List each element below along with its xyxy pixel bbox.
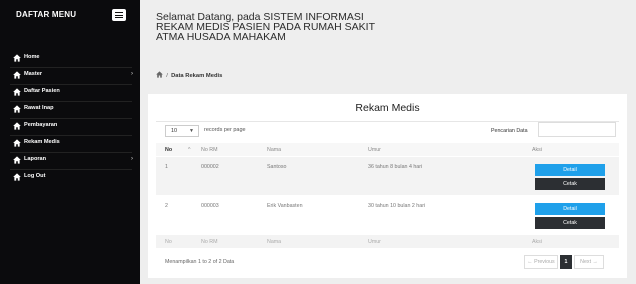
sidebar-header: DAFTAR MENU [0,0,140,58]
records-per-page-value: 10 [171,128,178,134]
page-title: Selamat Datang, pada SISTEM INFORMASI RE… [156,11,375,44]
cell-no-rm: 000002 [201,164,219,170]
column-footer-aksi: Aksi [532,239,543,245]
sidebar-item-label: Master [24,71,43,77]
cell-no-rm: 000003 [201,203,219,209]
sidebar-item-label: Home [24,54,40,60]
pagination-next[interactable]: Next → [574,255,604,269]
records-per-page-select[interactable]: 10 ▼ [165,125,199,137]
cetak-button[interactable]: Cetak [535,217,605,229]
column-footer-no-rm: No RM [201,239,218,245]
pagination-previous[interactable]: ← Previous [524,255,558,269]
sidebar-item-daftar-pasien[interactable]: Daftar Pasien [0,85,140,101]
home-icon [13,54,21,62]
sidebar-item-laporan[interactable]: Laporan › [0,153,140,169]
table-header [156,143,619,156]
breadcrumb-current: Data Rekam Medis [171,73,223,79]
cell-no: 1 [165,164,168,170]
sidebar-item-rekam-medis[interactable]: Rekam Medis [0,136,140,152]
detail-button[interactable]: Detail [535,203,605,215]
column-footer-no: No [165,239,172,245]
column-header-no-rm[interactable]: No RM [201,147,217,153]
home-icon [13,105,21,113]
breadcrumb-separator: / [166,73,168,79]
cell-umur: 30 tahun 10 bulan 2 hari [368,203,426,209]
column-footer-nama: Nama [267,239,282,245]
pagination-page-1[interactable]: 1 [560,255,572,269]
cetak-button[interactable]: Cetak [535,178,605,190]
breadcrumb: / Data Rekam Medis [156,71,222,79]
table-footer [156,235,619,248]
sidebar-item-label: Laporan [24,156,47,162]
cell-no: 2 [165,203,168,209]
sidebar-item-home[interactable]: Home [0,51,140,67]
cell-nama: Santoso [267,164,287,170]
column-header-umur[interactable]: Umur [368,147,381,153]
sidebar-title: DAFTAR MENU [16,10,77,19]
sidebar-item-pembayaran[interactable]: Pembayaran [0,119,140,135]
sidebar-item-label: Rawat Inap [24,105,54,111]
home-icon [13,71,21,79]
sidebar-item-label: Rekam Medis [24,139,60,145]
column-header-no[interactable]: No [165,147,172,153]
sidebar-item-log-out[interactable]: Log Out [0,170,140,186]
search-label: Pencarian Data [491,128,528,134]
sort-icon[interactable]: ^ [188,147,191,153]
home-icon [13,156,21,164]
column-header-nama[interactable]: Nama [267,147,281,153]
detail-button[interactable]: Detail [535,164,605,176]
records-per-page-label: records per page [204,127,246,133]
chevron-right-icon: › [131,156,133,162]
home-icon [13,139,21,147]
home-icon [13,122,21,130]
cell-nama: Erik Vanbasten [267,203,303,209]
sidebar-item-rawat-inap[interactable]: Rawat Inap [0,102,140,118]
chevron-down-icon: ▼ [189,128,194,134]
card-title: Rekam Medis [355,102,420,114]
sidebar-item-label: Log Out [24,173,46,179]
chevron-right-icon: › [131,71,133,77]
sidebar-item-master[interactable]: Master › [0,68,140,84]
hamburger-icon[interactable] [112,9,126,21]
home-icon [13,173,21,181]
column-header-aksi[interactable]: Aksi [532,147,542,153]
table-info: Menampilkan 1 to 2 of 2 Data [165,259,235,265]
column-footer-umur: Umur [368,239,381,245]
home-icon [13,88,21,96]
rekam-medis-card: Rekam Medis 10 ▼ records per page Pencar… [148,94,627,278]
search-input[interactable] [538,122,616,137]
sidebar-item-label: Daftar Pasien [24,88,60,94]
sidebar-item-label: Pembayaran [24,122,58,128]
sidebar: DAFTAR MENU Home Master › Daftar Pasien … [0,0,140,284]
home-icon[interactable] [156,71,163,78]
cell-umur: 36 tahun 8 bulan 4 hari [368,164,423,170]
